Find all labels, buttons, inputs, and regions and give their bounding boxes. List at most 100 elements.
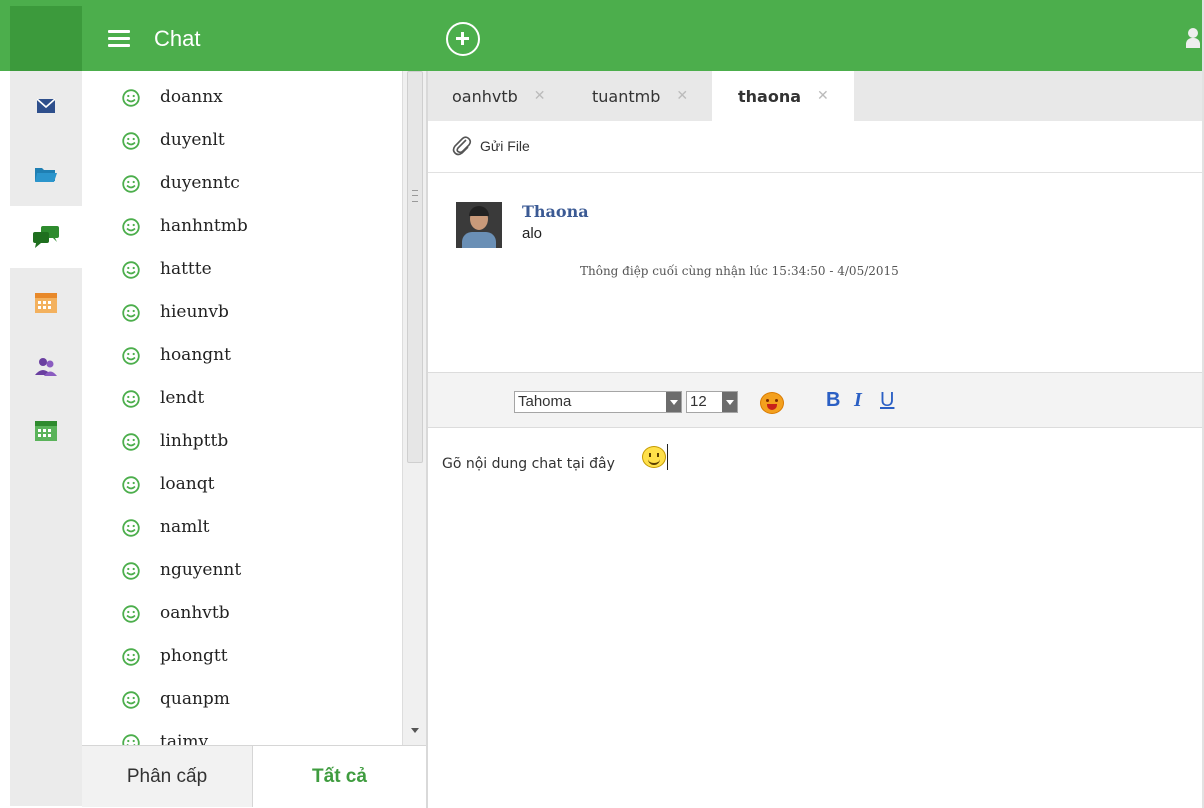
text-caret [667, 444, 668, 470]
contact-item[interactable]: duyenlt [82, 118, 402, 161]
contact-name: hattte [160, 259, 212, 279]
close-icon[interactable]: ✕ [817, 88, 829, 104]
last-received-status: Thông điệp cuối cùng nhận lúc 15:34:50 -… [580, 264, 899, 278]
font-size-select[interactable]: 12 [686, 391, 738, 413]
contact-name: phongtt [160, 646, 228, 666]
smile-emoji-icon [642, 446, 666, 468]
contact-item[interactable]: quanpm [82, 677, 402, 720]
menu-icon[interactable] [108, 30, 130, 48]
contact-name: loanqt [160, 474, 215, 494]
message-sender[interactable]: Thaona [522, 202, 589, 221]
contact-name: linhpttb [160, 431, 229, 451]
contact-item[interactable]: oanhvtb [82, 591, 402, 634]
tab-tuantmb[interactable]: tuantmb ✕ [592, 71, 688, 121]
send-file-label: Gửi File [480, 138, 530, 154]
brand-block [10, 6, 82, 71]
smile-icon [122, 390, 140, 408]
contact-item[interactable]: hattte [82, 247, 402, 290]
tab-oanhvtb[interactable]: oanhvtb ✕ [452, 71, 546, 121]
smile-icon [122, 648, 140, 666]
size-value: 12 [690, 393, 707, 410]
font-family-select[interactable]: Tahoma [514, 391, 682, 413]
contact-item[interactable]: loanqt [82, 462, 402, 505]
smile-icon [122, 261, 140, 279]
chevron-down-icon[interactable] [722, 392, 737, 412]
contact-name: lendt [160, 388, 205, 408]
message-text: alo [522, 225, 543, 242]
smile-icon [122, 605, 140, 623]
smile-icon [122, 691, 140, 709]
smile-icon [122, 89, 140, 107]
contact-item[interactable]: hoangnt [82, 333, 402, 376]
contact-name: hoangnt [160, 345, 231, 365]
add-icon[interactable] [446, 22, 480, 56]
contact-item[interactable]: taimv [82, 720, 402, 745]
italic-button[interactable]: I [854, 389, 862, 412]
mail-icon[interactable] [10, 75, 82, 137]
contact-item[interactable]: duyenntc [82, 161, 402, 204]
contact-name: nguyennt [160, 560, 242, 580]
contacts-icon[interactable] [10, 336, 82, 398]
scroll-thumb[interactable] [407, 71, 423, 463]
smile-icon [122, 218, 140, 236]
tab-all[interactable]: Tất cả [253, 746, 426, 807]
chat-icon[interactable] [10, 206, 82, 268]
contact-name: quanpm [160, 689, 230, 709]
message-area: Thaona alo Thông điệp cuối cùng nhận lúc… [428, 174, 1204, 372]
smile-icon [122, 175, 140, 193]
contact-name: doannx [160, 87, 223, 107]
contact-item[interactable]: hanhntmb [82, 204, 402, 247]
contact-item[interactable]: linhpttb [82, 419, 402, 462]
format-bar: Tahoma 12 B I U [428, 372, 1204, 428]
contact-name: hieunvb [160, 302, 229, 322]
underline-button[interactable]: U [880, 389, 894, 412]
smile-icon [122, 433, 140, 451]
tab-label: oanhvtb [452, 86, 518, 106]
chevron-down-icon[interactable] [666, 392, 681, 412]
chat-toolbar: Gửi File [428, 121, 1204, 173]
tab-hierarchy[interactable]: Phân cấp [82, 746, 253, 807]
contact-list: doannx duyenlt duyenntc hanhntmb hattte hieun… [82, 71, 402, 745]
smile-icon [122, 132, 140, 150]
contact-item[interactable]: namlt [82, 505, 402, 548]
send-file-button[interactable]: Gửi File [452, 135, 530, 157]
folder-icon[interactable] [10, 143, 82, 205]
contact-list-scrollbar[interactable] [402, 71, 426, 745]
paperclip-icon [452, 136, 472, 156]
tab-label: tuantmb [592, 86, 661, 106]
user-icon[interactable] [1186, 28, 1200, 48]
calendar-grid-icon[interactable] [10, 399, 82, 461]
smile-icon [122, 562, 140, 580]
smile-icon [122, 476, 140, 494]
tab-label: thaona [738, 86, 802, 106]
scroll-down-arrow-icon[interactable] [411, 728, 419, 733]
calendar-icon[interactable] [10, 271, 82, 333]
app-rail [10, 71, 82, 806]
top-bar: Chat [0, 0, 1204, 71]
close-icon[interactable]: ✕ [534, 88, 546, 104]
contact-name: hanhntmb [160, 216, 248, 236]
bold-button[interactable]: B [826, 389, 840, 412]
contact-name: duyenntc [160, 173, 240, 193]
smile-icon [122, 347, 140, 365]
contact-item[interactable]: hieunvb [82, 290, 402, 333]
contact-item[interactable]: doannx [82, 75, 402, 118]
page-title: Chat [154, 26, 201, 51]
emoji-icon[interactable] [760, 392, 784, 414]
chat-tabs: oanhvtb ✕ tuantmb ✕ thaona ✕ [428, 71, 1204, 121]
avatar [456, 202, 502, 248]
contact-name: oanhvtb [160, 603, 230, 623]
contact-filter-tabs: Phân cấp Tất cả [82, 745, 426, 807]
compose-input[interactable]: Gõ nội dung chat tại đây [428, 428, 1204, 808]
compose-text: Gõ nội dung chat tại đây [442, 456, 615, 472]
contact-item[interactable]: phongtt [82, 634, 402, 677]
contact-item[interactable]: lendt [82, 376, 402, 419]
smile-icon [122, 304, 140, 322]
close-icon[interactable]: ✕ [676, 88, 688, 104]
contact-item[interactable]: nguyennt [82, 548, 402, 591]
contact-name: taimv [160, 732, 209, 745]
smile-icon [122, 519, 140, 537]
contact-name: duyenlt [160, 130, 225, 150]
contact-name: namlt [160, 517, 210, 537]
tab-thaona[interactable]: thaona ✕ [712, 71, 854, 121]
